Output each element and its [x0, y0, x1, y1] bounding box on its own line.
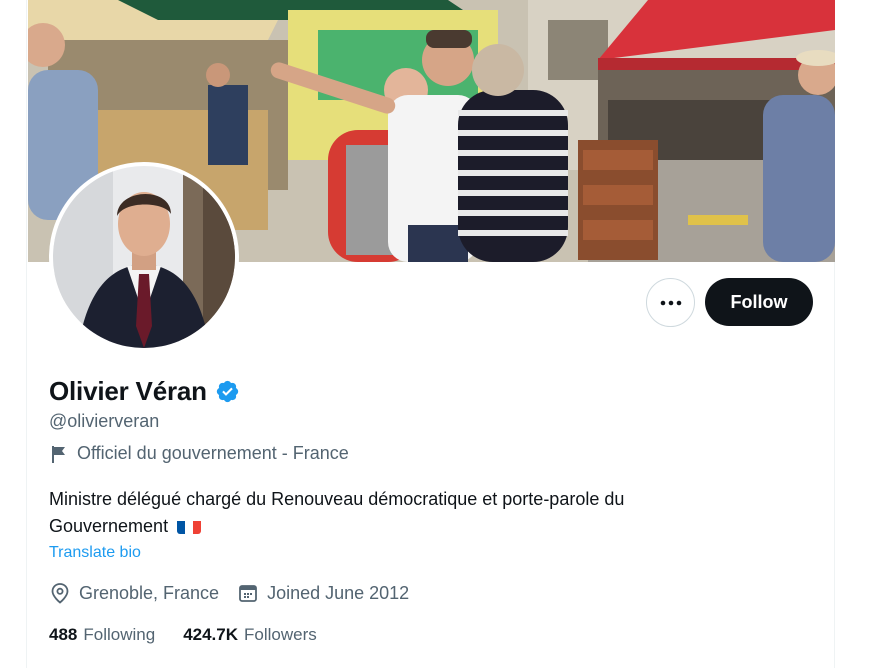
- bio-text: Ministre délégué chargé du Renouveau dém…: [49, 489, 625, 536]
- profile-name-row: Olivier Véran: [49, 376, 240, 407]
- profile-meta: Grenoble, France Joined June 2012: [49, 582, 409, 604]
- profile-column: Follow Olivier Véran @olivierveran Offic…: [26, 0, 835, 668]
- profile-avatar[interactable]: [49, 162, 239, 352]
- profile-bio: Ministre délégué chargé du Renouveau dém…: [49, 486, 729, 540]
- followers-count: 424.7K: [183, 625, 239, 644]
- profile-handle: @olivierveran: [49, 411, 160, 431]
- follow-button[interactable]: Follow: [705, 278, 813, 326]
- following-label: Following: [83, 625, 156, 644]
- calendar-icon: [239, 585, 257, 602]
- joined-label: Joined June 2012: [267, 582, 410, 603]
- profile-location: Grenoble, France: [49, 582, 219, 604]
- profile-stats: 488 Following 424.7K Followers: [49, 625, 317, 645]
- flag-icon: [52, 445, 65, 463]
- profile-joined: Joined June 2012: [237, 582, 409, 604]
- following-link[interactable]: 488 Following: [49, 625, 155, 645]
- more-icon: [660, 300, 681, 305]
- verified-badge-icon[interactable]: [215, 379, 240, 404]
- france-flag-icon: [177, 518, 202, 534]
- location-label: Grenoble, France: [79, 582, 220, 603]
- followers-label: Followers: [244, 625, 317, 644]
- location-pin-icon: [51, 583, 69, 604]
- profile-display-name: Olivier Véran: [49, 376, 207, 406]
- following-count: 488: [49, 625, 78, 644]
- profile-affiliation: Officiel du gouvernement - France: [49, 443, 349, 464]
- translate-bio-link[interactable]: Translate bio: [49, 544, 141, 562]
- more-options-button[interactable]: [646, 278, 695, 327]
- followers-link[interactable]: 424.7K Followers: [183, 625, 317, 645]
- avatar-photo: [53, 166, 235, 348]
- affiliation-label: Officiel du gouvernement - France: [77, 443, 349, 463]
